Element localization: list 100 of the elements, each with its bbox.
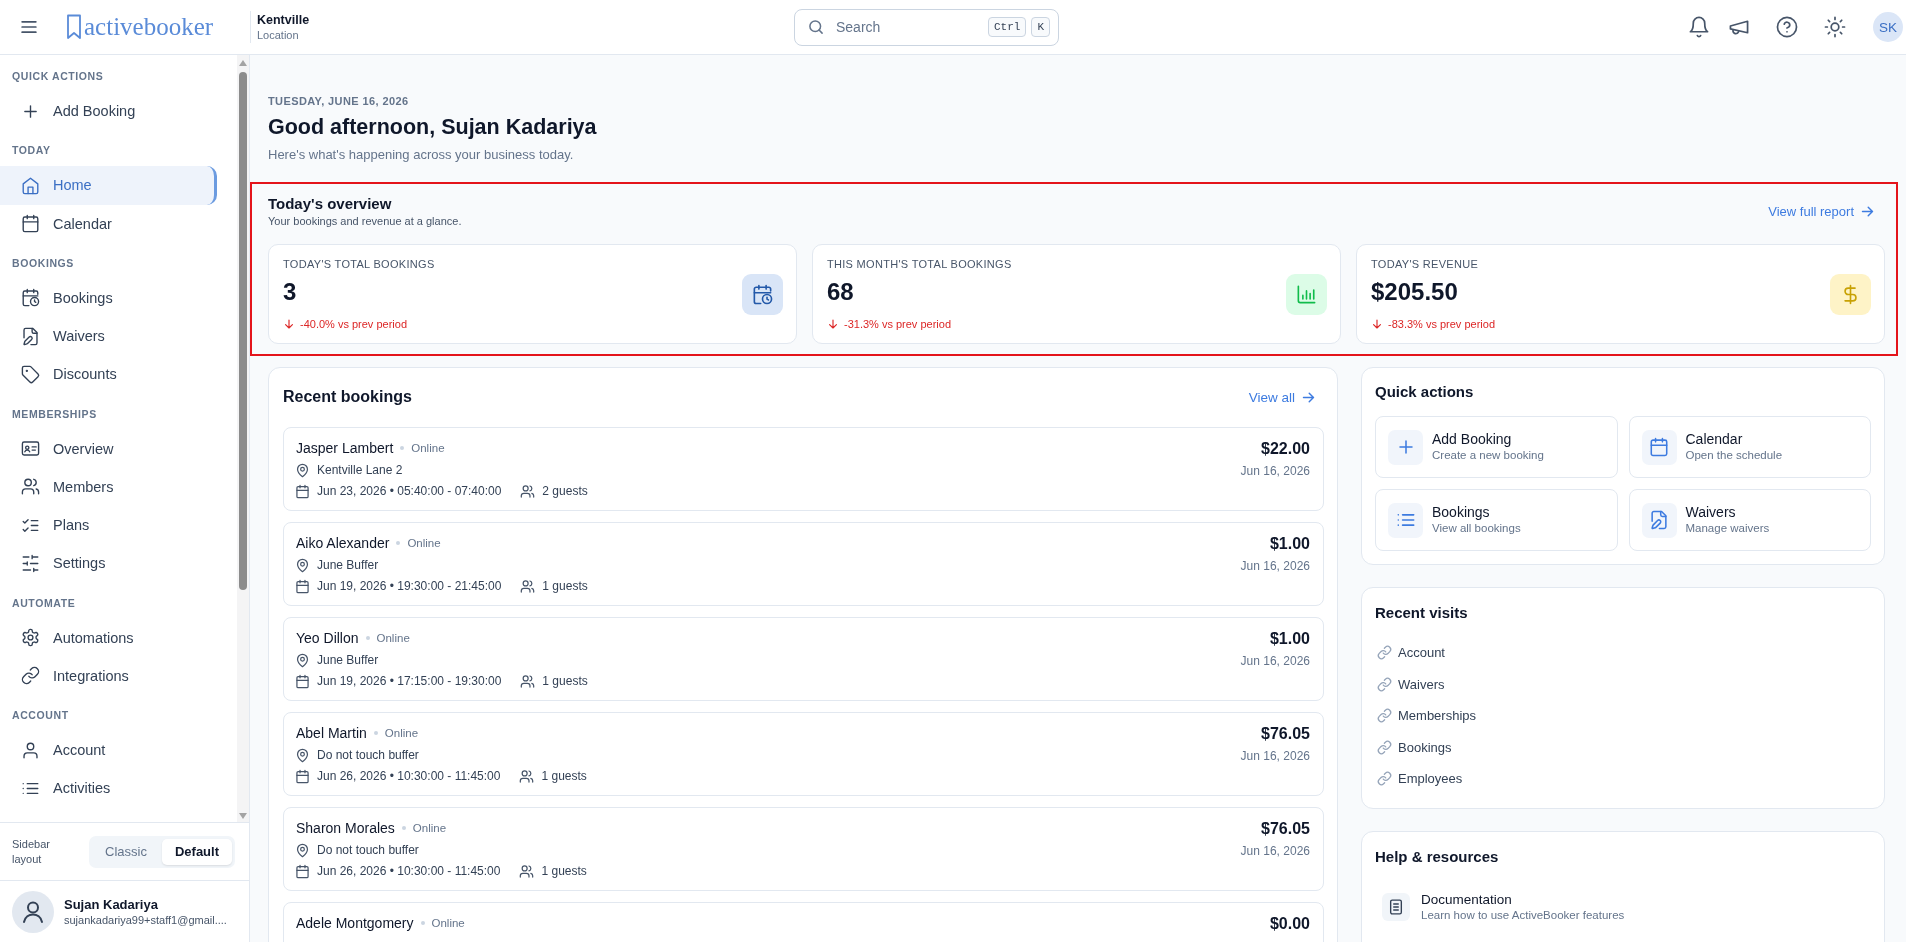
nav-item[interactable]: Settings	[0, 544, 217, 583]
quick-action-card[interactable]: Waivers Manage waivers	[1628, 489, 1871, 551]
menu-icon[interactable]	[20, 18, 38, 36]
bullet-icon	[365, 636, 370, 640]
section-heading: ACCOUNT	[11, 708, 69, 723]
bell-icon[interactable]	[1689, 17, 1709, 37]
nav-item[interactable]: Bookings	[0, 278, 217, 317]
booking-card[interactable]: Yeo Dillon Online June Buffer Jun 19, 2026 • 17:15:00 - 19:30:00 1 guests $1.00 Jun 16, 2026	[283, 617, 1324, 701]
action-title: Calendar	[1685, 431, 1743, 448]
megaphone-icon[interactable]	[1729, 17, 1749, 37]
recent-visit-link[interactable]: Bookings	[1378, 731, 1452, 763]
customer-name: Abel Martin	[296, 725, 367, 741]
quick-action-card[interactable]: Bookings View all bookings	[1375, 489, 1618, 551]
map-pin-icon	[296, 748, 309, 762]
booking-location: Kentville Lane 2	[317, 463, 403, 477]
booking-channel: Online	[384, 727, 419, 739]
card-title: Quick actions	[1375, 382, 1474, 402]
users-icon	[521, 674, 535, 688]
guest-count: 1 guests	[541, 769, 587, 783]
booking-card[interactable]: Adele Montgomery Online $0.00	[283, 902, 1324, 942]
nav-item[interactable]: Home	[0, 166, 217, 205]
arrow-right-icon	[1860, 204, 1875, 219]
nav-item[interactable]: Discounts	[0, 355, 217, 394]
view-report-link[interactable]: View full report	[1768, 204, 1875, 219]
layout-option[interactable]: Default	[161, 838, 232, 865]
stat-change: -83.3% vs prev period	[1388, 316, 1495, 332]
section-heading: AUTOMATE	[11, 595, 76, 611]
nav-item[interactable]: Plans	[0, 506, 217, 545]
booking-date: Jun 16, 2026	[1240, 558, 1310, 574]
map-pin-icon	[296, 463, 309, 477]
booking-card[interactable]: Abel Martin Online Do not touch buffer Jun 26, 2026 • 10:30:00 - 11:45:00 1 guests $76.05 Jun 16, 2026	[283, 712, 1324, 796]
greeting-heading: Good afternoon, Sujan Kadariya	[268, 114, 597, 141]
date-label: TUESDAY, JUNE 16, 2026	[268, 94, 409, 108]
view-all-link[interactable]: View all	[1248, 389, 1316, 405]
link-icon	[1378, 772, 1391, 786]
nav-item[interactable]: Overview	[0, 429, 217, 468]
search-input[interactable]: Search	[836, 16, 983, 38]
search-field[interactable]: Search Ctrl K	[794, 8, 1059, 46]
users-icon	[520, 864, 534, 878]
nav-item[interactable]: Automations	[0, 618, 217, 657]
booking-time: Jun 19, 2026 • 17:15:00 - 19:30:00	[317, 674, 502, 688]
bullet-icon	[420, 921, 425, 925]
scroll-up-icon	[239, 60, 247, 66]
users-icon	[521, 579, 535, 593]
link-icon	[1378, 677, 1391, 691]
booking-amount: $22.00	[1261, 439, 1310, 459]
quick-action-card[interactable]: Calendar Open the schedule	[1628, 416, 1871, 478]
link-icon	[1378, 740, 1391, 754]
booking-card[interactable]: Jasper Lambert Online Kentville Lane 2 Jun 23, 2026 • 05:40:00 - 07:40:00 2 guests $22.00 Jun 16, 2026	[283, 427, 1324, 511]
resource-title[interactable]: Documentation	[1421, 891, 1512, 908]
nav-item[interactable]: Calendar	[0, 204, 217, 243]
recent-visit-link[interactable]: Memberships	[1378, 700, 1477, 732]
booking-channel: Online	[376, 632, 410, 644]
stat-label: TODAY'S TOTAL BOOKINGS	[283, 256, 435, 271]
booking-channel: Online	[431, 917, 465, 929]
sun-icon[interactable]	[1825, 17, 1845, 37]
user-avatar[interactable]: SK	[1873, 12, 1903, 42]
help-icon[interactable]	[1777, 17, 1797, 37]
section-heading: TODAY	[11, 143, 51, 159]
quick-action-card[interactable]: Add Booking Create a new booking	[1375, 416, 1618, 478]
tag-icon	[22, 365, 39, 383]
map-pin-icon	[296, 558, 309, 572]
guest-count: 1 guests	[541, 864, 587, 878]
card-title: Help & resources	[1375, 846, 1499, 867]
customer-name: Aiko Alexander	[296, 535, 390, 551]
users-icon	[521, 484, 535, 498]
list-icon	[1388, 502, 1423, 538]
guest-count: 2 guests	[542, 484, 588, 498]
booking-card[interactable]: Aiko Alexander Online June Buffer Jun 19, 2026 • 19:30:00 - 21:45:00 1 guests $1.00 Jun 16, 2026	[283, 522, 1324, 606]
nav-item[interactable]: Members	[0, 467, 217, 506]
layout-option[interactable]: Classic	[92, 838, 160, 865]
recent-visit-link[interactable]: Employees	[1378, 763, 1463, 795]
booking-amount: $0.00	[1269, 914, 1310, 934]
guest-count: 1 guests	[542, 674, 588, 688]
booking-time: Jun 26, 2026 • 10:30:00 - 11:45:00	[317, 769, 501, 783]
booking-date: Jun 16, 2026	[1240, 748, 1310, 764]
booking-card[interactable]: Sharon Morales Online Do not touch buffer Jun 26, 2026 • 10:30:00 - 11:45:00 1 guests $76.05 Jun 16, 2026	[283, 807, 1324, 891]
nav-item[interactable]: Account	[0, 731, 217, 770]
nav-item[interactable]: Integrations	[0, 656, 217, 695]
gear-icon	[22, 629, 39, 647]
nav-item[interactable]: Waivers	[0, 317, 217, 356]
recent-visit-link[interactable]: Account	[1378, 637, 1445, 669]
nav-item[interactable]: Add Booking	[0, 92, 217, 131]
search-icon	[808, 19, 824, 35]
users-icon	[22, 478, 39, 496]
booking-location: Do not touch buffer	[317, 748, 419, 762]
sidebar-layout-label: Sidebar layout	[12, 836, 51, 867]
stat-value: 68	[827, 276, 854, 307]
customer-name: Adele Montgomery	[296, 915, 414, 931]
booking-location: June Buffer	[317, 558, 379, 572]
bullet-icon	[373, 731, 378, 735]
nav-item[interactable]: Activities	[0, 769, 217, 808]
guest-count: 1 guests	[542, 579, 588, 593]
calendar-clock-icon	[22, 289, 39, 307]
booking-channel: Online	[412, 822, 447, 834]
logo-text: activebooker	[84, 13, 214, 41]
recent-visit-link[interactable]: Waivers	[1378, 668, 1445, 700]
location-caption: Location	[257, 28, 300, 42]
booking-date: Jun 16, 2026	[1240, 463, 1310, 479]
action-description: Open the schedule	[1685, 448, 1783, 463]
